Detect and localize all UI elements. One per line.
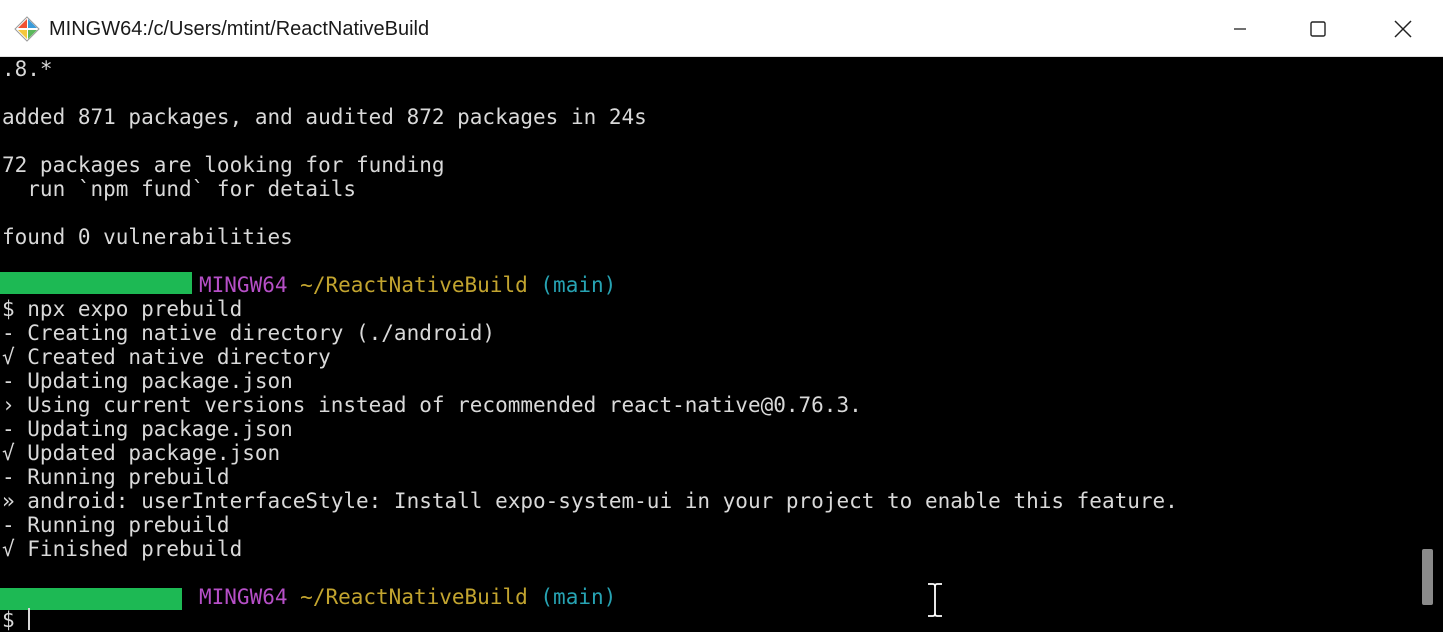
close-icon <box>1394 19 1412 38</box>
redacted-username <box>0 272 192 294</box>
output-line: » android: userInterfaceStyle: Install e… <box>2 489 1178 513</box>
redacted-username <box>0 588 182 610</box>
prompt-host: MINGW64 <box>199 585 288 609</box>
prompt-branch: (main) <box>540 273 617 297</box>
git-bash-icon <box>14 16 40 42</box>
maximize-icon <box>1310 20 1326 37</box>
output-line: - Updating package.json <box>2 417 293 441</box>
prompt-line: MINGW64 ~/ReactNativeBuild (main) <box>199 585 616 609</box>
input-prompt[interactable]: $ <box>2 608 27 632</box>
output-line: - Running prebuild <box>2 465 230 489</box>
terminal-output[interactable]: .8.* added 871 packages, and audited 872… <box>0 57 1413 632</box>
scrollbar-thumb[interactable] <box>1422 549 1433 605</box>
output-line: found 0 vulnerabilities <box>2 225 293 249</box>
vertical-scrollbar[interactable] <box>1413 57 1443 632</box>
output-line: √ Created native directory <box>2 345 331 369</box>
output-line: - Updating package.json <box>2 369 293 393</box>
minimize-icon <box>1234 27 1246 30</box>
prompt-line: MINGW64 ~/ReactNativeBuild (main) <box>199 273 616 297</box>
output-line: √ Updated package.json <box>2 441 281 465</box>
prompt-path: ~/ReactNativeBuild <box>300 273 528 297</box>
terminal-window: MINGW64:/c/Users/mtint/ReactNativeBuild … <box>0 0 1443 632</box>
prompt-path: ~/ReactNativeBuild <box>300 585 528 609</box>
title-bar[interactable]: MINGW64:/c/Users/mtint/ReactNativeBuild <box>0 0 1443 57</box>
ibeam-cursor-icon <box>928 582 942 618</box>
output-line: 72 packages are looking for funding <box>2 153 445 177</box>
maximize-button[interactable] <box>1290 0 1346 57</box>
text-cursor <box>28 608 30 630</box>
output-line: √ Finished prebuild <box>2 537 243 561</box>
prompt-branch: (main) <box>540 585 617 609</box>
close-button[interactable] <box>1375 0 1431 57</box>
window-title: MINGW64:/c/Users/mtint/ReactNativeBuild <box>49 18 430 40</box>
prompt-host: MINGW64 <box>199 273 288 297</box>
output-line: - Creating native directory (./android) <box>2 321 496 345</box>
output-line: › Using current versions instead of reco… <box>2 393 862 417</box>
output-line: .8.* <box>2 57 53 81</box>
command-line: $ npx expo prebuild <box>2 297 243 321</box>
minimize-button[interactable] <box>1212 0 1268 57</box>
output-line: run `npm fund` for details <box>2 177 357 201</box>
output-line: added 871 packages, and audited 872 pack… <box>2 105 647 129</box>
output-line: - Running prebuild <box>2 513 230 537</box>
